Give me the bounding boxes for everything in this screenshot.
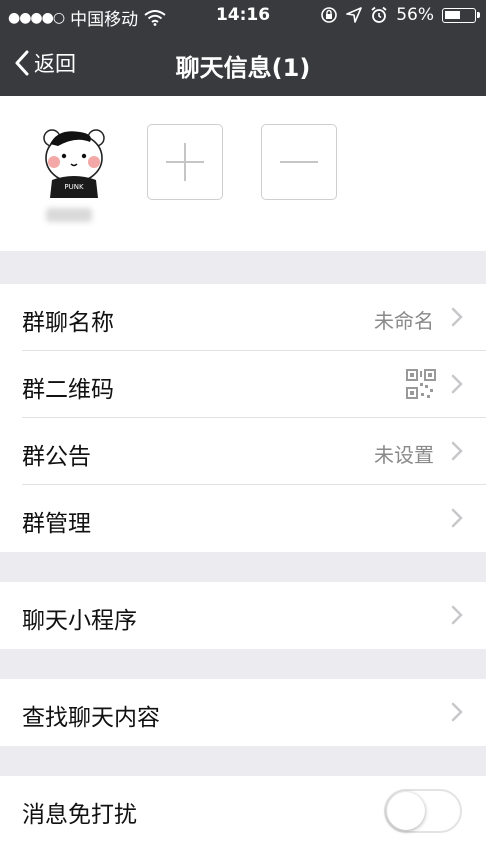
battery-percent: 56%	[396, 5, 434, 25]
remove-member-button[interactable]	[261, 124, 337, 200]
mini-program-section: 聊天小程序	[0, 582, 486, 649]
status-bar: ●●●●○ 中国移动 14:16 56%	[0, 0, 486, 32]
mute-notifications-row: 消息免打扰	[22, 776, 486, 851]
search-chat-content-label: 查找聊天内容	[22, 705, 160, 731]
group-name-label: 群聊名称	[22, 310, 114, 336]
search-chat-content-row[interactable]: 查找聊天内容	[22, 679, 486, 746]
group-manage-row[interactable]: 群管理	[22, 485, 486, 552]
chevron-right-icon	[451, 508, 463, 528]
member-name-blurred	[46, 208, 92, 222]
add-member-button[interactable]	[147, 124, 223, 200]
chat-mini-program-row[interactable]: 聊天小程序	[22, 582, 486, 649]
chat-mini-program-label: 聊天小程序	[22, 608, 137, 634]
chevron-right-icon	[451, 702, 463, 722]
toggle-knob	[387, 792, 425, 830]
chevron-right-icon	[451, 374, 463, 394]
page-title: 聊天信息(1)	[175, 54, 311, 82]
bear-avatar-image: PUNK	[43, 129, 105, 198]
group-qrcode-row[interactable]: 群二维码	[22, 351, 486, 418]
rotation-lock-icon	[321, 7, 338, 23]
plus-icon-v	[184, 143, 186, 181]
member-avatar[interactable]: PUNK	[36, 122, 112, 198]
group-qrcode-label: 群二维码	[22, 377, 114, 403]
member-section: PUNK	[0, 96, 486, 251]
search-section: 查找聊天内容	[0, 679, 486, 746]
minus-icon	[280, 161, 318, 163]
battery-fill	[445, 10, 460, 19]
group-manage-label: 群管理	[22, 511, 91, 537]
group-notice-row[interactable]: 群公告 未设置	[22, 418, 486, 485]
nav-bar: 返回 聊天信息(1)	[0, 32, 486, 96]
chevron-right-icon	[451, 307, 463, 327]
battery-icon	[442, 7, 480, 23]
group-name-row[interactable]: 群聊名称 未命名	[22, 284, 486, 351]
mute-notifications-toggle[interactable]	[384, 789, 462, 833]
notification-section: 消息免打扰	[0, 776, 486, 851]
group-name-value: 未命名	[374, 309, 434, 333]
top-bar: ●●●●○ 中国移动 14:16 56% 返回 聊天信息(1)	[0, 0, 486, 96]
group-notice-value: 未设置	[374, 443, 434, 467]
alarm-icon	[371, 6, 387, 23]
group-settings: 群聊名称 未命名 群二维码 群公告 未设置 群管理	[0, 284, 486, 552]
qr-code-icon	[406, 369, 436, 399]
chevron-right-icon	[451, 441, 463, 461]
location-icon	[346, 7, 363, 23]
status-right: 56%	[320, 5, 480, 25]
mute-notifications-label: 消息免打扰	[22, 802, 137, 828]
chevron-right-icon	[451, 605, 463, 625]
avatar-caption: PUNK	[64, 183, 84, 191]
group-notice-label: 群公告	[22, 444, 91, 470]
